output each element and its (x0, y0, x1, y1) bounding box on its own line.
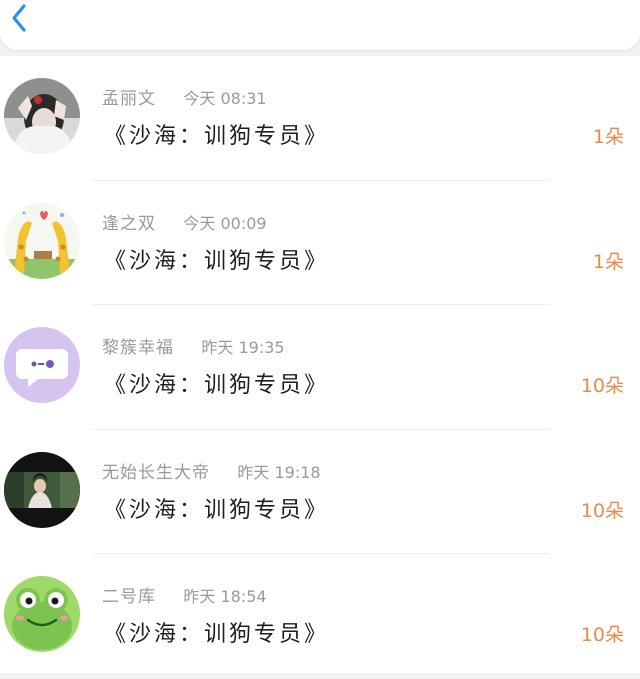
chevron-left-icon (12, 4, 26, 32)
timestamp: 昨天 19:18 (237, 462, 321, 482)
list-item[interactable]: 黎簇幸福 昨天 19:35 《沙海：训狗专员》 10朵 (0, 305, 640, 430)
list-item[interactable]: 二号库 昨天 18:54 《沙海：训狗专员》 10朵 (0, 554, 640, 679)
book-title: 《沙海：训狗专员》 (104, 373, 330, 398)
book-title: 《沙海：训狗专员》 (104, 124, 330, 149)
timestamp: 今天 08:31 (183, 89, 267, 108)
book-title: 《沙海：训狗专员》 (104, 622, 330, 647)
book-title: 《沙海：训狗专员》 (104, 248, 330, 274)
avatar[interactable] (4, 78, 80, 154)
sender-name: 逢之双 (102, 213, 156, 234)
selfie-photo-icon (4, 78, 80, 154)
giraffes-cartoon-icon (4, 202, 80, 279)
timestamp: 昨天 18:54 (183, 587, 267, 606)
sender-name: 无始长生大帝 (102, 462, 210, 483)
avatar[interactable] (4, 576, 80, 652)
top-bar (0, 0, 640, 50)
timestamp: 今天 00:09 (183, 213, 267, 233)
message-meta: 无始长生大帝 昨天 19:18 (102, 458, 321, 483)
timestamp: 昨天 19:35 (201, 338, 285, 357)
flower-count: 1朵 (592, 250, 624, 273)
flower-count: 1朵 (592, 126, 624, 148)
flower-count: 10朵 (580, 375, 624, 397)
message-meta: 逢之双 今天 00:09 (102, 209, 267, 234)
frog-cartoon-icon (4, 576, 80, 652)
avatar[interactable] (4, 202, 80, 279)
message-meta: 黎簇幸福 昨天 19:35 (102, 333, 285, 358)
message-meta: 孟丽文 今天 08:31 (102, 84, 267, 109)
message-meta: 二号库 昨天 18:54 (102, 582, 267, 607)
chat-bubble-icon (4, 327, 80, 403)
list-item[interactable]: 无始长生大帝 昨天 19:18 《沙海：训狗专员》 10朵 (0, 430, 640, 554)
drama-still-icon (4, 451, 80, 528)
avatar[interactable] (4, 327, 80, 403)
book-title: 《沙海：训狗专员》 (104, 497, 330, 523)
flower-count: 10朵 (580, 499, 624, 522)
sender-name: 孟丽文 (102, 89, 156, 109)
sender-name: 黎簇幸福 (102, 338, 174, 358)
message-list: 孟丽文 今天 08:31 《沙海：训狗专员》 1朵 逢之双 今天 00:09 《… (0, 56, 640, 673)
sender-name: 二号库 (102, 587, 156, 607)
list-item[interactable]: 逢之双 今天 00:09 《沙海：训狗专员》 1朵 (0, 181, 640, 305)
avatar[interactable] (4, 451, 80, 528)
list-item[interactable]: 孟丽文 今天 08:31 《沙海：训狗专员》 1朵 (0, 56, 640, 181)
flower-count: 10朵 (580, 624, 624, 646)
back-button[interactable] (4, 2, 36, 34)
